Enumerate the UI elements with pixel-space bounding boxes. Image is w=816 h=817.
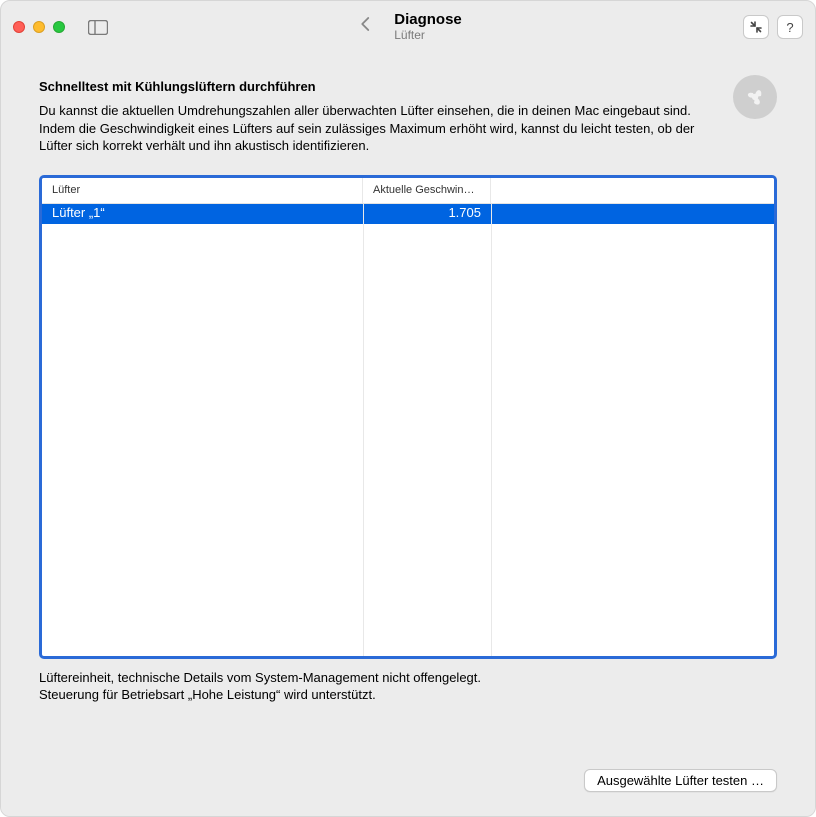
column-header-name[interactable]: Lüfter — [42, 178, 363, 203]
fan-table[interactable]: Lüfter Aktuelle Geschwindi… Lüfter „1“ 1… — [39, 175, 777, 659]
table-header: Lüfter Aktuelle Geschwindi… — [42, 178, 774, 204]
column-divider — [363, 204, 364, 656]
column-header-extra[interactable] — [491, 178, 774, 203]
help-button[interactable]: ? — [777, 15, 803, 39]
test-selected-button[interactable]: Ausgewählte Lüfter testen … — [584, 769, 777, 792]
sidebar-icon — [88, 20, 108, 35]
window-title: Diagnose — [394, 11, 462, 28]
footer-info: Lüftereinheit, technische Details vom Sy… — [39, 669, 777, 704]
collapse-button[interactable] — [743, 15, 769, 39]
window-controls — [13, 21, 65, 33]
fan-icon — [733, 75, 777, 119]
sidebar-toggle-button[interactable] — [87, 18, 109, 36]
collapse-icon — [749, 20, 763, 34]
footer-line-2: Steuerung für Betriebsart „Hohe Leistung… — [39, 686, 777, 704]
back-button[interactable] — [354, 12, 376, 41]
cell-fan-name: Lüfter „1“ — [42, 204, 363, 224]
cell-fan-extra — [491, 204, 774, 224]
title-area: Diagnose Lüfter — [354, 11, 462, 42]
table-row[interactable]: Lüfter „1“ 1.705 — [42, 204, 774, 224]
page-heading: Schnelltest mit Kühlungslüftern durchfüh… — [39, 79, 713, 94]
page-description: Du kannst die aktuellen Umdrehungszahlen… — [39, 102, 713, 155]
minimize-button[interactable] — [33, 21, 45, 33]
content-area: Schnelltest mit Kühlungslüftern durchfüh… — [1, 53, 815, 816]
app-window: Diagnose Lüfter ? Schnelltest mit Kühlun… — [0, 0, 816, 817]
chevron-left-icon — [360, 16, 370, 32]
column-divider — [491, 204, 492, 656]
titlebar: Diagnose Lüfter ? — [1, 1, 815, 53]
table-body[interactable]: Lüfter „1“ 1.705 — [42, 204, 774, 656]
footer-line-1: Lüftereinheit, technische Details vom Sy… — [39, 669, 777, 687]
close-button[interactable] — [13, 21, 25, 33]
column-header-speed[interactable]: Aktuelle Geschwindi… — [363, 178, 491, 203]
cell-fan-speed: 1.705 — [363, 204, 491, 224]
window-subtitle: Lüfter — [394, 29, 462, 43]
zoom-button[interactable] — [53, 21, 65, 33]
